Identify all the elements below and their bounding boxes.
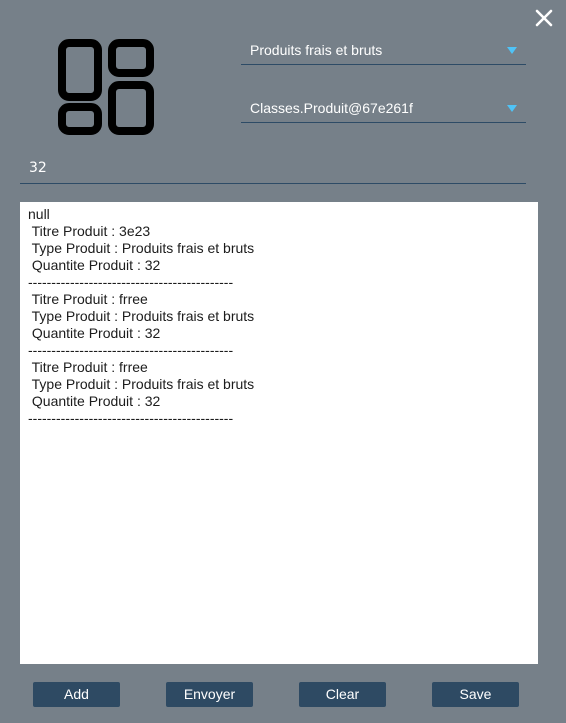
grid-layout-icon (58, 39, 154, 135)
output-line: Quantite Produit : 32 (28, 393, 161, 409)
output-line: Titre Produit : frree (28, 359, 148, 375)
output-line: Titre Produit : frree (28, 291, 148, 307)
output-line: Type Produit : Produits frais et bruts (28, 308, 255, 324)
quantity-field[interactable] (20, 154, 526, 184)
produit-select[interactable]: Classes.Produit@67e261f (241, 96, 526, 123)
output-line: ----------------------------------------… (28, 274, 234, 290)
output-line: ----------------------------------------… (28, 410, 234, 426)
clear-button[interactable]: Clear (299, 682, 386, 707)
output-line: Quantite Produit : 32 (28, 325, 161, 341)
output-line: Type Produit : Produits frais et bruts (28, 240, 255, 256)
add-button[interactable]: Add (33, 682, 120, 707)
output-text-area[interactable]: null Titre Produit : 3e23 Type Produit :… (20, 202, 538, 664)
type-produit-select[interactable]: Produits frais et bruts (241, 38, 526, 65)
envoyer-button[interactable]: Envoyer (166, 682, 253, 707)
save-button[interactable]: Save (432, 682, 519, 707)
close-icon[interactable] (532, 6, 556, 30)
quantity-input[interactable] (20, 154, 520, 182)
output-line: null (28, 206, 50, 222)
output-line: Type Produit : Produits frais et bruts (28, 376, 255, 392)
output-line: Titre Produit : 3e23 (28, 223, 151, 239)
chevron-down-icon (507, 47, 517, 54)
main-window: Produits frais et bruts Classes.Produit@… (0, 0, 566, 723)
type-produit-value: Produits frais et bruts (250, 42, 383, 58)
chevron-down-icon (507, 105, 517, 112)
produit-value: Classes.Produit@67e261f (250, 100, 413, 116)
output-line: Quantite Produit : 32 (28, 257, 161, 273)
output-line: ----------------------------------------… (28, 342, 234, 358)
